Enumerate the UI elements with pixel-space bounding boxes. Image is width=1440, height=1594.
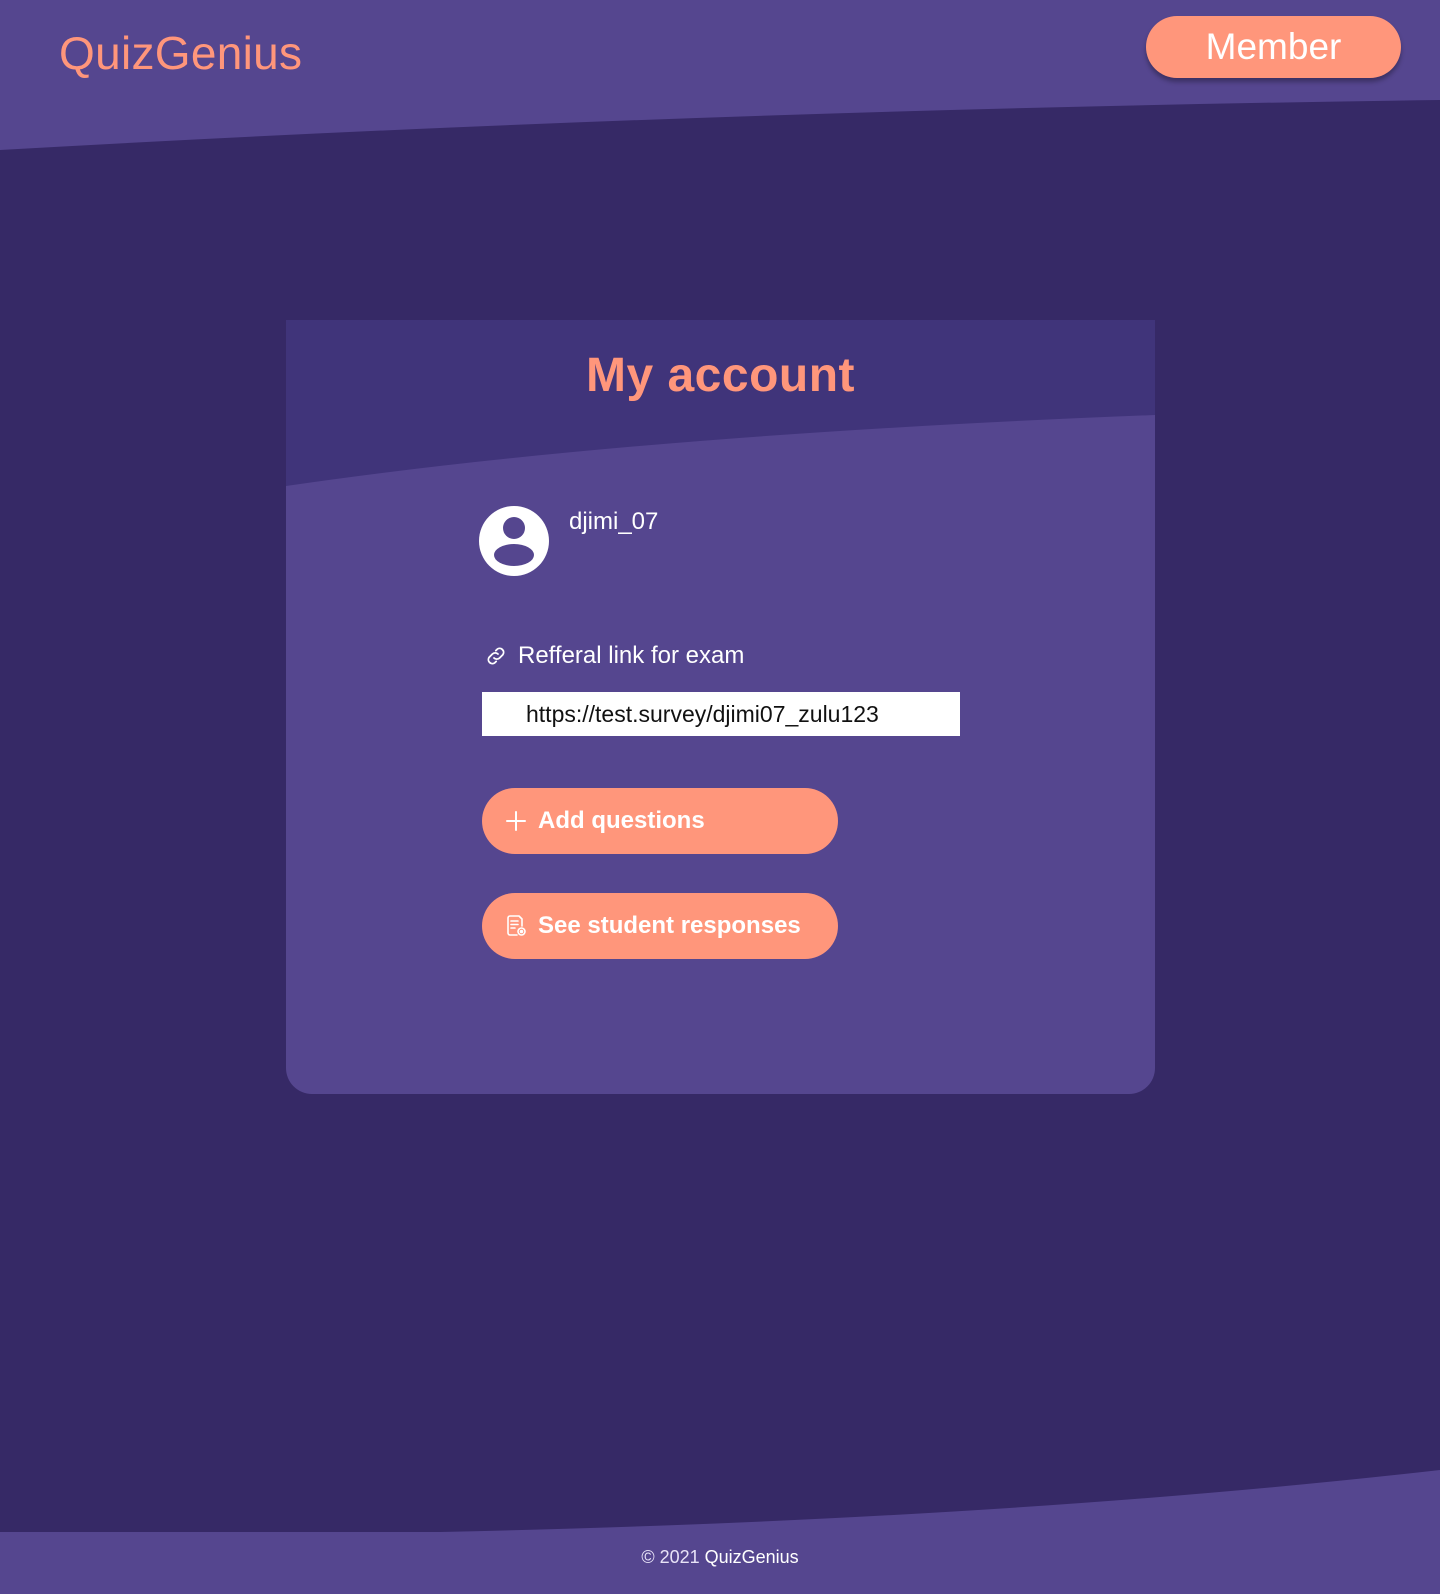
page-title: My account — [585, 349, 856, 402]
referral-link-label: Refferal link for exam — [518, 642, 745, 669]
referral-label-row: Refferal link for exam — [484, 642, 744, 670]
member-button[interactable]: Member — [1146, 16, 1401, 78]
footer-brand[interactable]: QuizGenius — [705, 1547, 799, 1567]
copyright-year: © 2021 — [641, 1547, 700, 1567]
link-icon — [487, 647, 505, 665]
see-student-responses-button[interactable]: See student responses — [482, 893, 838, 959]
brand-logo[interactable]: QuizGenius — [59, 26, 302, 80]
footer-copyright: © 2021 QuizGenius — [0, 1547, 1440, 1568]
add-questions-button[interactable]: Add questions — [482, 788, 838, 854]
referral-link-field[interactable] — [482, 692, 960, 736]
footer-background — [0, 1470, 1440, 1594]
add-questions-label: Add questions — [538, 807, 705, 834]
see-student-responses-label: See student responses — [538, 912, 801, 939]
document-search-icon — [507, 915, 526, 936]
user-avatar-icon — [479, 506, 549, 576]
username: djimi_07 — [569, 508, 659, 535]
account-card: My account djimi_07 Refferal link for ex… — [286, 320, 1155, 1094]
card-header-background — [286, 320, 1155, 486]
plus-icon — [506, 811, 526, 831]
